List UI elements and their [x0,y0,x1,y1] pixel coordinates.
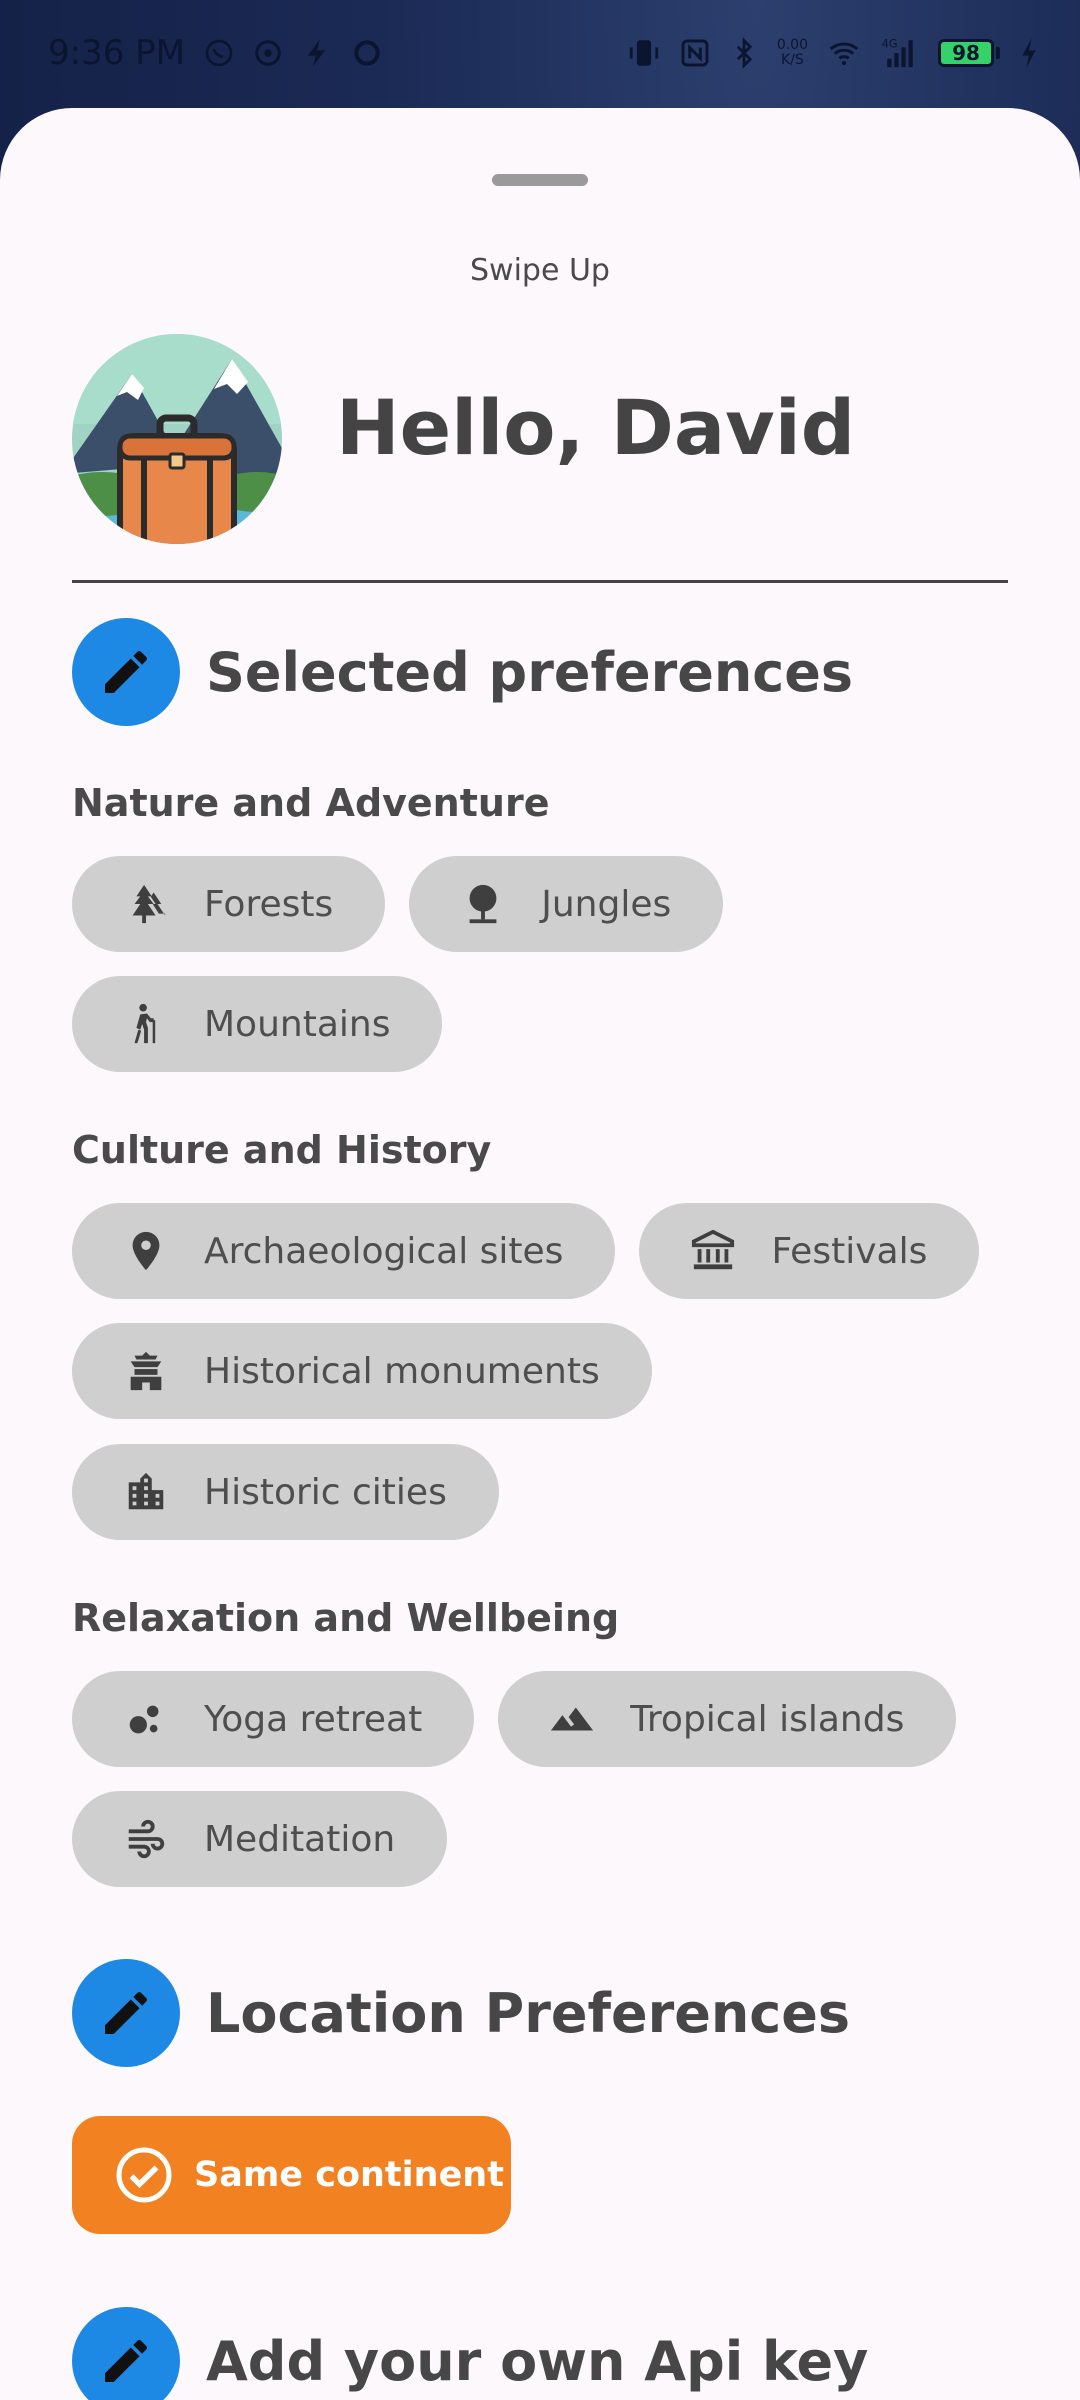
network-speed: 0.00 K/S [776,36,808,68]
chip-row: Forests Jungles [72,856,724,952]
landscape-icon [548,1695,596,1743]
selected-preferences-header: Selected preferences [72,618,853,726]
chip-forests[interactable]: Forests [72,856,386,952]
chip-label: Yoga retreat [204,1698,423,1740]
bolt-notification-icon [301,37,333,69]
chip-row: Meditation [72,1791,448,1887]
status-time: 9:36 PM [48,32,185,73]
chip-label: Historical monuments [204,1350,600,1392]
hiking-icon [122,1000,170,1048]
chip-row: Yoga retreat Tropical islands [72,1671,957,1767]
whatsapp-icon [203,37,235,69]
chip-yoga-retreat[interactable]: Yoga retreat [72,1671,475,1767]
tree-icon [459,880,507,928]
chip-row: Mountains [72,976,443,1072]
chip-label: Forests [204,883,334,925]
chip-label: Tropical islands [630,1698,905,1740]
edit-location-button[interactable] [72,1959,180,2067]
avatar[interactable] [72,334,282,544]
place-icon [122,1227,170,1275]
chip-tropical-islands[interactable]: Tropical islands [498,1671,957,1767]
battery-indicator: 98 [938,38,1000,67]
chip-label: Jungles [541,883,672,925]
drag-handle[interactable] [492,174,588,186]
location-chip-label: Same continent [194,2155,504,2195]
divider [72,580,1008,583]
signal-icon: 4G [880,36,920,70]
chip-row: Historical monuments [72,1323,652,1419]
chip-meditation[interactable]: Meditation [72,1791,448,1887]
chip-row: Archaeological sites Festivals [72,1203,980,1299]
api-key-title: Add your own Api key [206,2329,869,2393]
chip-historical-monuments[interactable]: Historical monuments [72,1323,652,1419]
bluetooth-icon [729,36,759,69]
nfc-icon [679,37,711,69]
greeting-title: Hello, David [336,383,856,472]
bottom-sheet: Swipe Up Hello, David Selected preferenc… [0,108,1080,2400]
air-icon [122,1815,170,1863]
chip-row: Historic cities [72,1444,499,1540]
wifi-icon [826,37,862,69]
pencil-icon [105,650,148,693]
chip-label: Mountains [204,1003,391,1045]
chip-festivals[interactable]: Festivals [639,1203,980,1299]
chip-archaeological-sites[interactable]: Archaeological sites [72,1203,616,1299]
swipe-up-label: Swipe Up [470,253,610,288]
group-title-culture: Culture and History [72,1128,492,1172]
selected-preferences-title: Selected preferences [206,640,854,704]
location-preferences-title: Location Preferences [206,1981,851,2045]
vibrate-icon [627,36,661,70]
edit-preferences-button[interactable] [72,618,180,726]
chip-label: Meditation [204,1818,396,1860]
edit-api-key-button[interactable] [72,2307,180,2400]
battery-level: 98 [938,38,994,67]
location-same-continent-chip[interactable]: Same continent [72,2116,511,2234]
museum-icon [689,1227,737,1275]
chip-label: Historic cities [204,1471,447,1513]
chip-historic-cities[interactable]: Historic cities [72,1444,499,1540]
app-notification-icon [253,38,283,68]
group-title-relaxation: Relaxation and Wellbeing [72,1596,620,1640]
status-bar: 9:36 PM 0.00 K/S 4G 98 [0,0,1080,105]
circle-notification-icon [351,37,383,69]
location-preferences-header: Location Preferences [72,1959,850,2067]
pencil-icon [105,2339,148,2382]
forest-icon [122,880,170,928]
chip-label: Festivals [771,1230,928,1272]
chip-jungles[interactable]: Jungles [409,856,724,952]
group-title-nature: Nature and Adventure [72,781,550,825]
chip-mountains[interactable]: Mountains [72,976,443,1072]
check-circle-icon [116,2147,172,2203]
api-key-header: Add your own Api key [72,2307,868,2400]
charging-icon [1018,37,1040,69]
svg-text:4G: 4G [882,36,898,50]
city-icon [122,1468,170,1516]
pencil-icon [105,1991,148,2034]
temple-icon [122,1347,170,1395]
chip-label: Archaeological sites [204,1230,564,1272]
bubbles-icon [122,1695,170,1743]
